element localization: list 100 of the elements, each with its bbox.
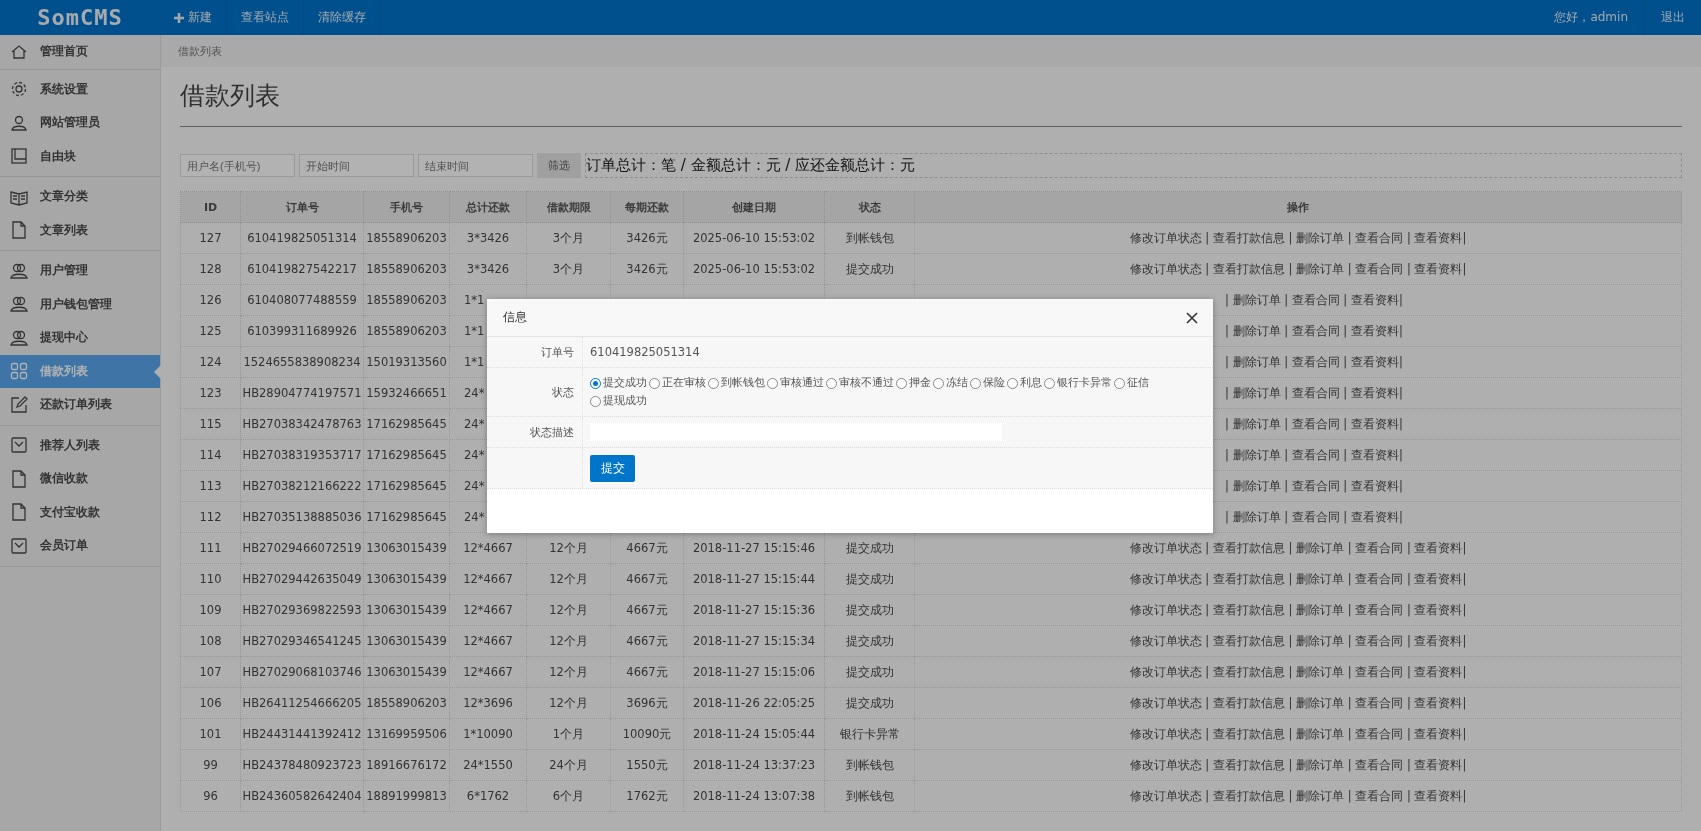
table-cell: 2025-06-10 15:53:02 bbox=[683, 253, 825, 285]
action-links[interactable]: | 删除订单 | 查看合同 | 查看资料| bbox=[1225, 478, 1403, 493]
table-cell: 4667元 bbox=[610, 563, 684, 595]
table-cell: 12个月 bbox=[526, 563, 611, 595]
table-cell: 13063015439 bbox=[363, 563, 450, 595]
table-cell: 提交成功 bbox=[824, 253, 915, 285]
table-cell: HB24360582642404 bbox=[240, 780, 364, 812]
table-cell: 15932466651 bbox=[363, 377, 450, 409]
sidebar-item[interactable]: 会员订单 bbox=[0, 529, 160, 563]
action-links[interactable]: | 删除订单 | 查看合同 | 查看资料| bbox=[1225, 416, 1403, 431]
field-label: 状态描述 bbox=[530, 424, 574, 440]
column-header: 每期还款 bbox=[610, 191, 684, 223]
table-cell: 18558906203 bbox=[363, 253, 450, 285]
table-cell: 到帐钱包 bbox=[824, 749, 915, 781]
status-radio[interactable]: 利息 bbox=[1007, 374, 1042, 392]
sidebar-item[interactable]: 微信收款 bbox=[0, 462, 160, 496]
sidebar-item[interactable]: 还款订单列表 bbox=[0, 388, 160, 422]
table-cell: 13169959506 bbox=[363, 718, 450, 750]
table-cell: 2018-11-24 15:05:44 bbox=[683, 718, 825, 750]
table-cell: 24*1550 bbox=[449, 749, 527, 781]
sidebar-item[interactable]: 系统设置 bbox=[0, 72, 160, 106]
table-cell: 4667元 bbox=[610, 594, 684, 626]
close-icon bbox=[1185, 310, 1199, 325]
table-cell: 106 bbox=[180, 687, 241, 719]
table-cell: 126 bbox=[180, 284, 241, 316]
table-cell: 银行卡异常 bbox=[824, 718, 915, 750]
logo: SomCMS bbox=[36, 5, 124, 30]
table-cell: 114 bbox=[180, 439, 241, 471]
status-radio[interactable]: 到帐钱包 bbox=[708, 374, 765, 392]
action-links[interactable]: | 删除订单 | 查看合同 | 查看资料| bbox=[1225, 323, 1403, 338]
plus-icon bbox=[174, 12, 184, 23]
sidebar-item[interactable]: 网站管理员 bbox=[0, 106, 160, 140]
table-cell: 13063015439 bbox=[363, 625, 450, 657]
end-time-field[interactable]: 结束时间 bbox=[418, 154, 533, 177]
action-links[interactable]: | 删除订单 | 查看合同 | 查看资料| bbox=[1225, 292, 1403, 307]
close-button[interactable] bbox=[1185, 310, 1199, 325]
table-cell: 123 bbox=[180, 377, 241, 409]
table-cell: 3426元 bbox=[610, 222, 684, 254]
table-cell: 12*4667 bbox=[449, 625, 527, 657]
sidebar-item[interactable]: 自由块 bbox=[0, 139, 160, 173]
table-cell: 12个月 bbox=[526, 656, 611, 688]
table-cell: 提交成功 bbox=[824, 687, 915, 719]
sidebar-item[interactable]: 支付宝收款 bbox=[0, 495, 160, 529]
sidebar-item[interactable]: 提现中心 bbox=[0, 321, 160, 355]
users-icon bbox=[10, 328, 28, 347]
table-cell: 99 bbox=[180, 749, 241, 781]
table-cell: 提交成功 bbox=[824, 563, 915, 595]
table-cell: HB27038212166222 bbox=[240, 470, 364, 502]
table-cell: 1*10090 bbox=[449, 718, 527, 750]
table-cell: 18558906203 bbox=[363, 222, 450, 254]
breadcrumb: 借款列表 bbox=[178, 43, 222, 59]
table-cell: 112 bbox=[180, 501, 241, 533]
submit-button[interactable]: 提交 bbox=[590, 454, 635, 482]
status-radio[interactable]: 征信 bbox=[1114, 374, 1149, 392]
status-radio[interactable]: 提交成功 bbox=[590, 374, 647, 392]
sidebar-item[interactable]: 文章分类 bbox=[0, 180, 160, 214]
table-cell: 12个月 bbox=[526, 594, 611, 626]
table-cell: 610399311689926 bbox=[240, 315, 364, 347]
sidebar-item[interactable]: 推荐人列表 bbox=[0, 428, 160, 462]
table-cell: HB27029346541245 bbox=[240, 625, 364, 657]
status-radio[interactable]: 冻结 bbox=[933, 374, 968, 392]
sidebar-item[interactable]: 文章列表 bbox=[0, 213, 160, 247]
action-links[interactable]: | 删除订单 | 查看合同 | 查看资料| bbox=[1225, 509, 1403, 524]
username-field[interactable]: 用户名(手机号) bbox=[180, 154, 295, 177]
filter-button[interactable]: 筛选 bbox=[537, 153, 581, 178]
table-cell: 3个月 bbox=[526, 222, 611, 254]
table-cell: 17162985645 bbox=[363, 470, 450, 502]
status-radio[interactable]: 审核通过 bbox=[767, 374, 824, 392]
table-cell: 1个月 bbox=[526, 718, 611, 750]
table-cell: HB28904774197571 bbox=[240, 377, 364, 409]
sidebar-item[interactable]: 管理首页 bbox=[0, 35, 160, 69]
status-radio[interactable]: 审核不通过 bbox=[826, 374, 894, 392]
table-cell: 13063015439 bbox=[363, 594, 450, 626]
table-cell: HB24378480923723 bbox=[240, 749, 364, 781]
sidebar-item[interactable]: 用户钱包管理 bbox=[0, 287, 160, 321]
action-links[interactable]: | 删除订单 | 查看合同 | 查看资料| bbox=[1225, 447, 1403, 462]
table-cell: 18916676172 bbox=[363, 749, 450, 781]
action-links[interactable]: | 删除订单 | 查看合同 | 查看资料| bbox=[1225, 385, 1403, 400]
table-cell: 10090元 bbox=[610, 718, 684, 750]
table-cell: 610419827542217 bbox=[240, 253, 364, 285]
status-radio[interactable]: 银行卡异常 bbox=[1044, 374, 1112, 392]
table-cell: 610419825051314 bbox=[240, 222, 364, 254]
table-cell: 15019313560 bbox=[363, 346, 450, 378]
table-cell: 107 bbox=[180, 656, 241, 688]
table-cell: 101 bbox=[180, 718, 241, 750]
field-label: 订单号 bbox=[541, 344, 574, 360]
column-header: 创建日期 bbox=[683, 191, 825, 223]
table-cell: 110 bbox=[180, 563, 241, 595]
table-cell: 3*3426 bbox=[449, 253, 527, 285]
table-cell: 4667元 bbox=[610, 625, 684, 657]
start-time-field[interactable]: 开始时间 bbox=[299, 154, 414, 177]
status-radio[interactable]: 正在审核 bbox=[649, 374, 706, 392]
action-links[interactable]: | 删除订单 | 查看合同 | 查看资料| bbox=[1225, 354, 1403, 369]
file-icon bbox=[10, 503, 28, 522]
status-radio[interactable]: 押金 bbox=[896, 374, 931, 392]
status-radio[interactable]: 保险 bbox=[970, 374, 1005, 392]
greeting: 您好，admin bbox=[1553, 9, 1629, 26]
table-cell: 17162985645 bbox=[363, 439, 450, 471]
status-radio[interactable]: 提现成功 bbox=[590, 392, 647, 410]
sidebar-item[interactable]: 用户管理 bbox=[0, 254, 160, 288]
